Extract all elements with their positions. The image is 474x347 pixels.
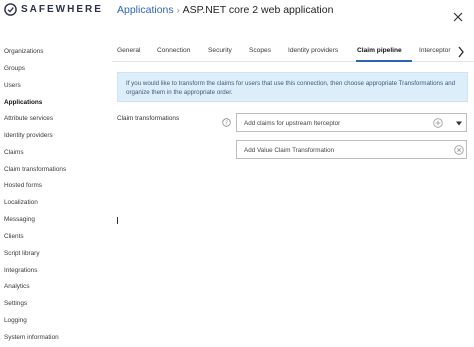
svg-text:?: ? [225, 121, 228, 127]
sidebar-item-settings[interactable]: Settings [4, 300, 27, 307]
top-bar: SAFEWHERE Applications › ASP.NET core 2 … [0, 0, 474, 23]
sidebar-item-integrations[interactable]: Integrations [4, 267, 37, 274]
sidebar-item-organizations[interactable]: Organizations [4, 48, 43, 55]
sidebar-item-analytics[interactable]: Analytics [4, 283, 30, 290]
safewhere-logo-icon [4, 3, 17, 16]
tab-identity-providers[interactable]: Identity providers [288, 47, 338, 54]
breadcrumb: Applications › ASP.NET core 2 web applic… [117, 4, 333, 16]
close-icon[interactable] [452, 11, 464, 23]
tab-general[interactable]: General [117, 47, 140, 54]
claim-transformation-select[interactable]: Add claims for upstream Iterceptor [236, 113, 467, 132]
claim-transformations-label: Claim transformations [117, 115, 180, 122]
chevron-down-icon[interactable] [456, 121, 462, 126]
sidebar-item-claims[interactable]: Claims [4, 149, 24, 156]
help-icon[interactable]: ? [222, 118, 231, 127]
breadcrumb-applications-link[interactable]: Applications [117, 4, 174, 16]
brand-name: SAFEWHERE [21, 4, 103, 15]
sidebar-item-logging[interactable]: Logging [4, 317, 27, 324]
remove-circle-icon[interactable] [454, 145, 464, 155]
value-claim-transformation-label: Add Value Claim Transformation [244, 147, 335, 154]
sidebar-item-script-library[interactable]: Script library [4, 250, 40, 257]
tab-interceptor[interactable]: Interceptor [419, 47, 451, 54]
sidebar-item-groups[interactable]: Groups [4, 65, 25, 72]
sidebar-item-system-information[interactable]: System information [4, 334, 59, 341]
sidebar-item-clients[interactable]: Clients [4, 233, 24, 240]
add-circle-icon[interactable] [433, 118, 443, 128]
tab-connection[interactable]: Connection [157, 47, 190, 54]
tab-bar: General Connection Security Scopes Ident… [112, 44, 474, 62]
sidebar-item-users[interactable]: Users [4, 82, 21, 89]
logo[interactable]: SAFEWHERE [4, 3, 103, 16]
tab-scopes[interactable]: Scopes [249, 47, 271, 54]
sidebar-item-identity-providers[interactable]: Identity providers [4, 132, 53, 139]
sidebar-item-messaging[interactable]: Messaging [4, 216, 35, 223]
sidebar-item-claim-transformations[interactable]: Claim transformations [4, 166, 66, 173]
active-tab-indicator [356, 60, 412, 62]
sidebar-item-localization[interactable]: Localization [4, 199, 38, 206]
claim-transformation-select-value: Add claims for upstream Iterceptor [244, 120, 341, 127]
breadcrumb-separator: › [176, 5, 180, 15]
value-claim-transformation-item[interactable]: Add Value Claim Transformation [236, 140, 467, 159]
chevron-right-icon[interactable] [456, 44, 466, 60]
sidebar-item-attribute-services[interactable]: Attribute services [4, 115, 53, 122]
tab-security[interactable]: Security [208, 47, 232, 54]
page-title: ASP.NET core 2 web application [182, 4, 334, 16]
tab-claim-pipeline[interactable]: Claim pipeline [357, 47, 402, 54]
sidebar-item-applications[interactable]: Applications [4, 99, 42, 106]
text-cursor [117, 217, 118, 224]
sidebar-item-hosted-forms[interactable]: Hosted forms [4, 182, 42, 189]
info-banner: If you would like to transform the claim… [117, 72, 468, 102]
